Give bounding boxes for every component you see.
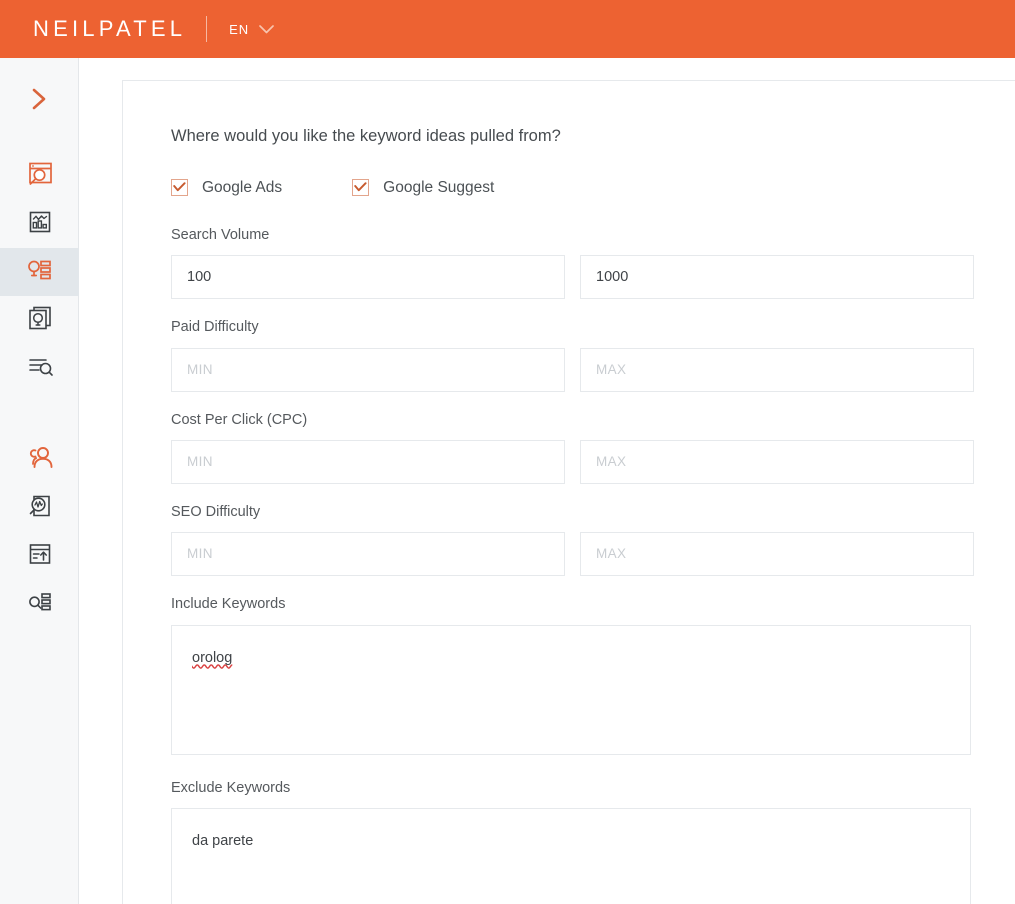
sidebar-item-export-report[interactable] [0, 532, 79, 580]
sidebar-item-content-ideas[interactable] [0, 296, 79, 344]
keyword-source-checkbox-group: Google Ads Google Suggest [171, 178, 1015, 196]
search-volume-min-input[interactable] [171, 255, 565, 300]
keyword-filter-form: Where would you like the keyword ideas p… [123, 81, 1015, 904]
checkbox-box-google-suggest[interactable] [352, 178, 370, 196]
check-icon [354, 182, 367, 192]
keyword-list-icon [25, 587, 55, 622]
page-title: Where would you like the keyword ideas p… [171, 127, 561, 145]
field-label-paid-difficulty: Paid Difficulty [171, 319, 259, 336]
field-label-include-keywords: Include Keywords [171, 596, 286, 613]
sidebar-item-page-analytics[interactable] [0, 484, 79, 532]
sidebar-expand-toggle[interactable] [0, 80, 79, 122]
field-group-seo-difficulty: SEO Difficulty [171, 503, 1015, 577]
top-header-bar: NEILPATEL EN [0, 0, 1015, 58]
search-volume-max-input[interactable] [580, 255, 974, 300]
export-report-icon [25, 539, 55, 574]
brand-logo[interactable]: NEILPATEL [33, 18, 186, 40]
field-group-include-keywords: Include Keywords [171, 596, 1015, 759]
header-divider [206, 16, 208, 42]
seo-difficulty-min-input[interactable] [171, 532, 565, 577]
checkbox-label-google-ads: Google Ads [202, 178, 283, 196]
cost-per-click-min-input[interactable] [171, 439, 565, 484]
competitors-icon [25, 443, 55, 478]
exclude-keywords-textarea[interactable] [171, 808, 971, 904]
field-label-exclude-keywords: Exclude Keywords [171, 779, 291, 796]
sidebar-item-keyword-list[interactable] [0, 580, 79, 628]
seo-difficulty-max-input[interactable] [580, 532, 974, 577]
check-icon [173, 182, 186, 192]
chevron-down-icon [259, 24, 275, 34]
field-group-cost-per-click: Cost Per Click (CPC) [171, 412, 1015, 484]
language-selector[interactable]: EN [229, 21, 275, 37]
field-group-exclude-keywords: Exclude Keywords [171, 780, 1015, 904]
include-keywords-textarea[interactable] [171, 624, 971, 755]
field-group-search-volume: Search Volume [171, 226, 1015, 300]
sidebar-item-competitors[interactable] [0, 436, 79, 484]
checkbox-google-suggest[interactable]: Google Suggest [352, 178, 495, 196]
checkbox-box-google-ads[interactable] [171, 178, 188, 196]
filter-settings-card: Where would you like the keyword ideas p… [122, 80, 1015, 904]
site-audit-icon [25, 159, 55, 194]
field-label-search-volume: Search Volume [171, 226, 270, 243]
page-analytics-icon [25, 491, 55, 526]
language-code-label: EN [229, 21, 250, 37]
content-ideas-icon [25, 303, 55, 338]
paid-difficulty-min-input[interactable] [171, 347, 565, 392]
sidebar-item-keyword-overview[interactable] [0, 344, 79, 392]
cost-per-click-max-input[interactable] [580, 439, 974, 484]
keyword-ideas-icon [25, 255, 55, 290]
left-icon-sidebar [0, 58, 79, 904]
field-label-cost-per-click: Cost Per Click (CPC) [171, 411, 308, 428]
checkbox-google-ads[interactable]: Google Ads [171, 178, 283, 196]
keyword-overview-icon [25, 351, 55, 386]
field-group-paid-difficulty: Paid Difficulty [171, 319, 1015, 392]
sidebar-item-keyword-ideas[interactable] [0, 248, 79, 296]
checkbox-label-google-suggest: Google Suggest [383, 178, 495, 196]
chevron-right-icon [31, 88, 48, 115]
sidebar-item-traffic-analytics[interactable] [0, 200, 79, 248]
traffic-analytics-icon [25, 207, 55, 242]
main-content-area: Where would you like the keyword ideas p… [79, 58, 1015, 904]
sidebar-item-site-audit[interactable] [0, 152, 79, 200]
paid-difficulty-max-input[interactable] [580, 347, 974, 392]
field-label-seo-difficulty: SEO Difficulty [171, 503, 261, 520]
